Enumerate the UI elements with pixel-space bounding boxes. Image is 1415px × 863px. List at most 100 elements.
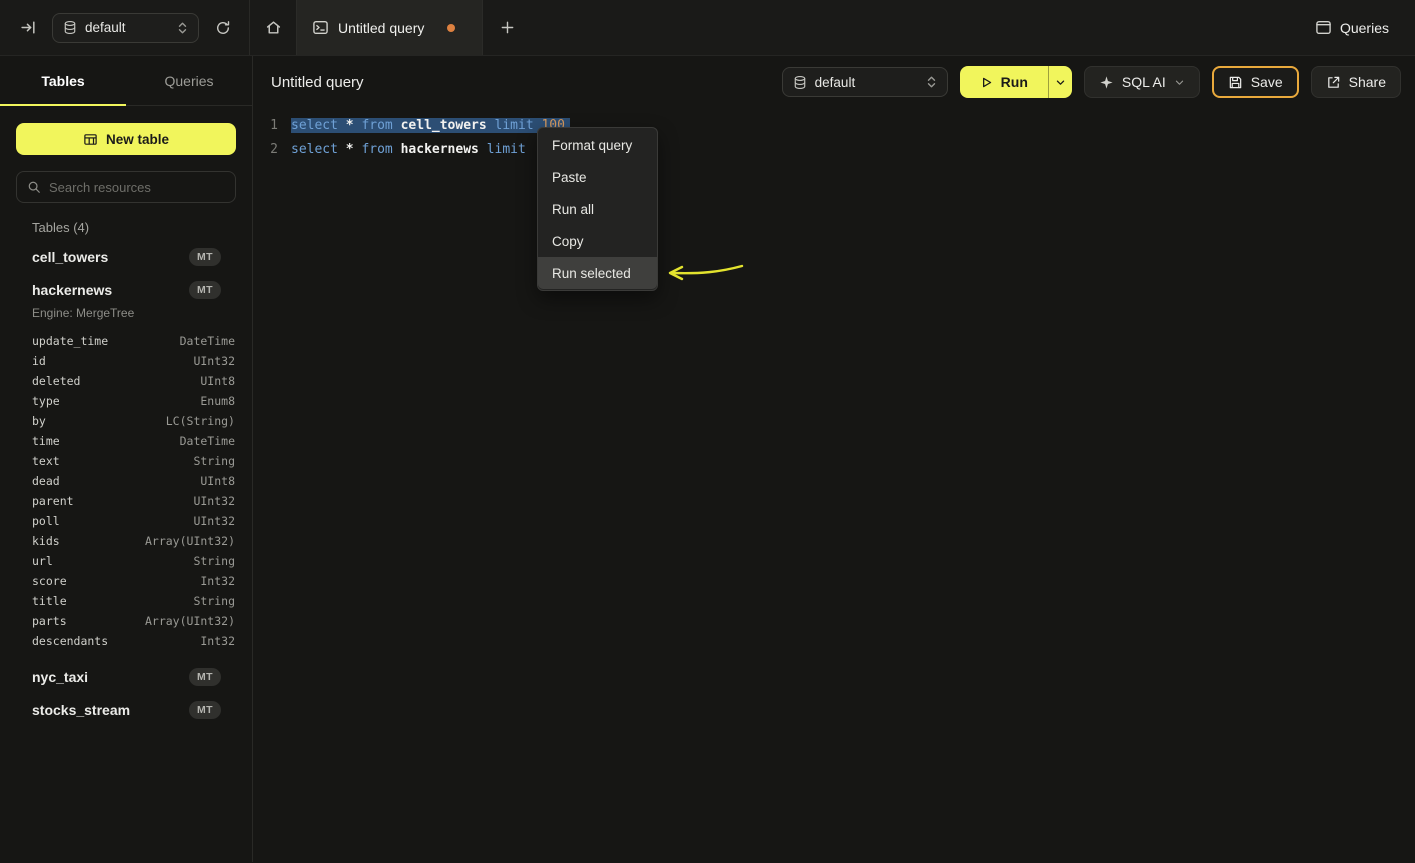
sql-editor[interactable]: 1select * from cell_towers limit 1002sel…: [253, 108, 1415, 862]
editor-context-menu: Format queryPasteRun allCopyRun selected: [537, 127, 658, 291]
code-text: select * from cell_towers limit 100: [291, 114, 570, 138]
column-type: String: [193, 594, 235, 608]
menu-item-run-selected[interactable]: Run selected: [538, 257, 657, 289]
home-button[interactable]: [250, 0, 296, 55]
search-resources-input[interactable]: [49, 180, 225, 195]
run-button-group: Run: [960, 66, 1072, 98]
run-options-button[interactable]: [1048, 66, 1072, 98]
code-token: [393, 142, 401, 157]
editor-database-selector[interactable]: default: [782, 67, 948, 97]
column-row: textString: [16, 451, 236, 471]
sidebar-tab-queries[interactable]: Queries: [126, 56, 252, 105]
column-row: parentUInt32: [16, 491, 236, 511]
column-row: descendantsInt32: [16, 631, 236, 651]
queries-button[interactable]: Queries: [1315, 0, 1389, 55]
column-name: kids: [32, 534, 60, 548]
column-name: score: [32, 574, 67, 588]
column-type: UInt32: [193, 514, 235, 528]
column-row: id UInt32: [16, 351, 236, 371]
editor-database-value: default: [815, 75, 918, 90]
editor-header: Untitled query default: [253, 56, 1415, 108]
column-name: poll: [32, 514, 60, 528]
play-icon: [980, 76, 993, 89]
sidebar-content: New table Tables (4) cell_towersMThacker…: [0, 106, 252, 862]
column-row: deletedUInt8: [16, 371, 236, 391]
table-grid-icon: [83, 132, 98, 147]
run-button[interactable]: Run: [960, 66, 1048, 98]
sidebar-collapse-button[interactable]: [14, 14, 42, 42]
column-type: Array(UInt32): [145, 614, 235, 628]
code-token: limit: [487, 142, 526, 157]
menu-item-copy[interactable]: Copy: [538, 225, 657, 257]
menu-item-format-query[interactable]: Format query: [538, 129, 657, 161]
new-table-button[interactable]: New table: [16, 123, 236, 155]
column-name: parent: [32, 494, 74, 508]
table-item-hackernews[interactable]: hackernewsMT: [16, 273, 236, 306]
sidebar-tab-tables[interactable]: Tables: [0, 56, 126, 105]
menu-item-paste[interactable]: Paste: [538, 161, 657, 193]
new-tab-button[interactable]: [483, 0, 531, 55]
column-type: DateTime: [180, 334, 235, 348]
chevron-updown-icon: [177, 21, 188, 35]
sparkle-ai-icon: [1099, 75, 1114, 90]
code-token: *: [346, 118, 354, 133]
topbar: default: [0, 0, 1415, 56]
refresh-icon: [215, 20, 231, 36]
database-icon: [793, 75, 807, 90]
search-icon: [27, 180, 41, 194]
run-button-label: Run: [1001, 74, 1028, 90]
table-item-stocks_stream[interactable]: stocks_stream MT: [16, 693, 236, 726]
tab-untitled-query[interactable]: Untitled query: [296, 0, 483, 55]
code-token: [338, 142, 346, 157]
share-button[interactable]: Share: [1311, 66, 1401, 98]
query-tab-icon: [312, 19, 329, 36]
column-type: String: [193, 554, 235, 568]
column-row: title String: [16, 591, 236, 611]
column-name: id: [32, 354, 46, 368]
column-row: byLC(String): [16, 411, 236, 431]
sidebar-tabs: Tables Queries: [0, 56, 252, 106]
column-type: Int32: [200, 574, 235, 588]
column-row: deadUInt8: [16, 471, 236, 491]
column-type: Array(UInt32): [145, 534, 235, 548]
table-name: stocks_stream: [32, 702, 130, 718]
code-token: cell_towers: [401, 118, 487, 133]
queries-button-label: Queries: [1340, 20, 1389, 36]
table-name: cell_towers: [32, 249, 108, 265]
share-button-label: Share: [1349, 74, 1386, 90]
body: Tables Queries New table: [0, 56, 1415, 862]
selection-highlight: select * from cell_towers limit 100: [291, 118, 570, 133]
search-box: [16, 171, 236, 203]
main-area: Untitled query default: [253, 56, 1415, 862]
table-item-nyc_taxi[interactable]: nyc_taxiMT: [16, 660, 236, 693]
column-name: descendants: [32, 634, 108, 648]
engine-label: Engine: MergeTree: [16, 306, 236, 320]
save-button[interactable]: Save: [1212, 66, 1299, 98]
menu-item-run-all[interactable]: Run all: [538, 193, 657, 225]
table-item-cell_towers[interactable]: cell_towersMT: [16, 240, 236, 273]
new-table-label: New table: [106, 132, 169, 147]
header-actions: default: [782, 66, 1401, 98]
tables-list: cell_towersMThackernewsMTEngine: MergeTr…: [16, 240, 236, 726]
column-name: title: [32, 594, 67, 608]
refresh-button[interactable]: [209, 14, 237, 42]
topbar-database-value: default: [85, 20, 169, 35]
line-number: 2: [253, 138, 278, 162]
editor-lines: 1select * from cell_towers limit 1002sel…: [253, 114, 1415, 162]
column-row: urlString: [16, 551, 236, 571]
column-type: UInt32: [193, 354, 235, 368]
chevron-down-icon: [1174, 77, 1185, 88]
column-name: deleted: [32, 374, 80, 388]
sql-ai-button[interactable]: SQL AI: [1084, 66, 1200, 98]
chevron-down-icon: [1055, 77, 1066, 88]
engine-badge: MT: [189, 701, 221, 719]
topbar-database-selector[interactable]: default: [52, 13, 199, 43]
chevron-updown-icon: [926, 75, 937, 89]
column-name: type: [32, 394, 60, 408]
column-name: text: [32, 454, 60, 468]
line-number: 1: [253, 114, 278, 138]
engine-badge: MT: [189, 668, 221, 686]
home-icon: [265, 19, 282, 36]
code-token: hackernews: [401, 142, 479, 157]
save-icon: [1228, 75, 1243, 90]
